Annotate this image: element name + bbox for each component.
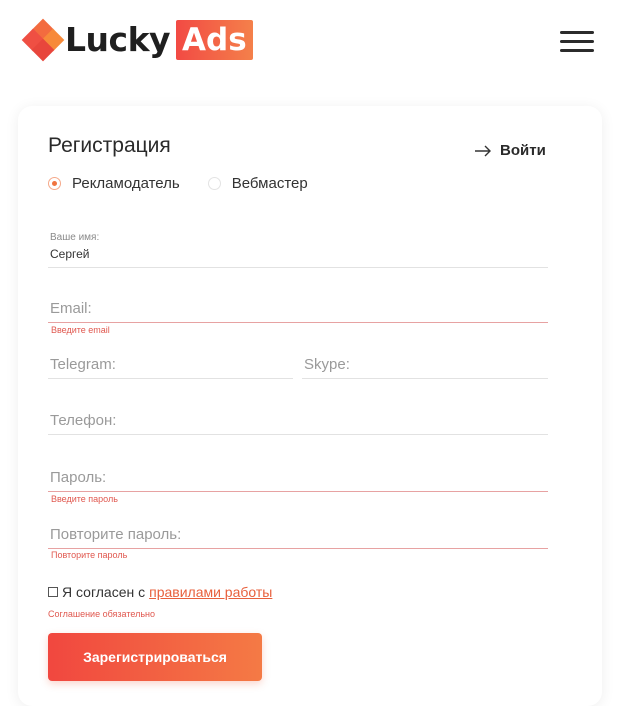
agreement-checkbox[interactable] xyxy=(48,587,58,597)
role-radio-advertiser[interactable]: Рекламодатель xyxy=(48,175,180,192)
arrow-right-icon xyxy=(475,145,491,156)
phone-field[interactable]: Телефон: xyxy=(48,399,548,435)
name-value: Сергей xyxy=(50,247,90,261)
phone-placeholder: Телефон: xyxy=(50,412,117,429)
role-selector: Рекламодатель Вебмастер xyxy=(48,175,308,192)
email-field[interactable]: Email: xyxy=(48,287,548,323)
role-label-webmaster: Вебмастер xyxy=(231,175,308,192)
name-label: Ваше имя: xyxy=(50,232,100,243)
password-repeat-field[interactable]: Повторите пароль: xyxy=(48,513,548,549)
password-field[interactable]: Пароль: xyxy=(48,456,548,492)
password-error: Введите пароль xyxy=(51,494,118,504)
logo-diamond-icon xyxy=(21,18,65,62)
email-placeholder: Email: xyxy=(50,300,92,317)
login-link[interactable]: Войти xyxy=(474,142,546,159)
password-repeat-placeholder: Повторите пароль: xyxy=(50,526,182,543)
hamburger-menu-icon[interactable] xyxy=(560,31,594,53)
login-label: Войти xyxy=(500,142,546,159)
radio-unchecked-icon xyxy=(207,177,221,190)
password-placeholder: Пароль: xyxy=(50,469,107,486)
logo-badge: Ads xyxy=(176,20,253,60)
page-title: Регистрация xyxy=(48,134,171,157)
register-button[interactable]: Зарегистрироваться xyxy=(48,633,262,681)
telegram-placeholder: Telegram: xyxy=(50,356,116,373)
agreement-error: Соглашение обязательно xyxy=(48,609,155,619)
radio-checked-icon xyxy=(48,177,61,190)
logo-word: Lucky xyxy=(65,20,171,59)
rules-link[interactable]: правилами работы xyxy=(149,584,272,600)
site-header: Lucky Ads xyxy=(0,0,620,90)
registration-card: Регистрация Войти Рекламодатель Вебмасте… xyxy=(18,106,602,706)
role-label-advertiser: Рекламодатель xyxy=(72,175,180,192)
name-field[interactable]: Ваше имя: Сергей xyxy=(48,232,548,268)
email-error: Введите email xyxy=(51,325,110,335)
skype-placeholder: Skype: xyxy=(304,356,350,373)
password-repeat-error: Повторите пароль xyxy=(51,550,128,560)
lucky-ads-logo[interactable]: Lucky Ads xyxy=(21,18,253,62)
telegram-field[interactable]: Telegram: xyxy=(48,343,293,379)
skype-field[interactable]: Skype: xyxy=(302,343,548,379)
agreement-text: Я согласен с xyxy=(62,584,146,600)
agreement-row: Я согласен с правилами работы xyxy=(48,584,272,600)
role-radio-webmaster[interactable]: Вебмастер xyxy=(207,175,308,192)
